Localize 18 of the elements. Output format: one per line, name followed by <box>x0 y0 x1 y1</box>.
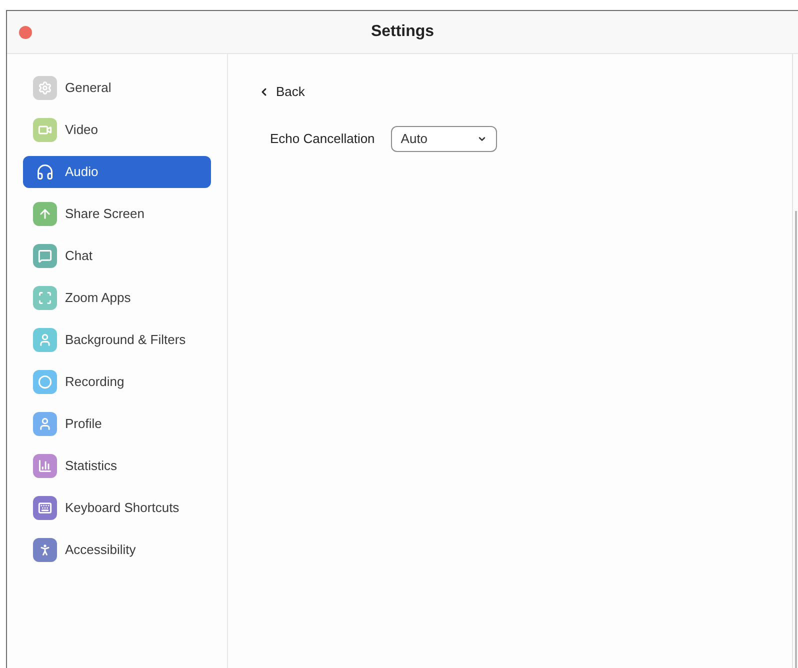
sidebar-item[interactable]: General <box>23 72 211 104</box>
sidebar-item[interactable]: Zoom Apps <box>23 282 211 314</box>
close-window-button[interactable] <box>19 26 32 38</box>
scrollbar[interactable] <box>795 211 797 668</box>
sidebar-item[interactable]: Accessibility <box>23 534 211 566</box>
sidebar-item[interactable]: Chat <box>23 240 211 272</box>
sidebar-item[interactable]: Background & Filters <box>23 324 211 356</box>
echo-cancellation-dropdown[interactable]: Auto <box>390 126 497 152</box>
sidebar-item[interactable]: Keyboard Shortcuts <box>23 492 211 524</box>
sidebar-item[interactable]: Video <box>23 114 211 146</box>
echo-cancellation-label: Echo Cancellation <box>270 130 375 148</box>
sidebar-item[interactable]: Statistics <box>23 450 211 482</box>
back-button[interactable]: Back <box>258 82 305 102</box>
sidebar-item[interactable]: Recording <box>23 366 211 398</box>
sidebar-item[interactable]: Share Screen <box>23 198 211 230</box>
sidebar-item[interactable]: Profile <box>23 408 211 440</box>
sidebar-item[interactable]: Audio <box>23 156 211 188</box>
window-title: Settings <box>370 22 434 42</box>
